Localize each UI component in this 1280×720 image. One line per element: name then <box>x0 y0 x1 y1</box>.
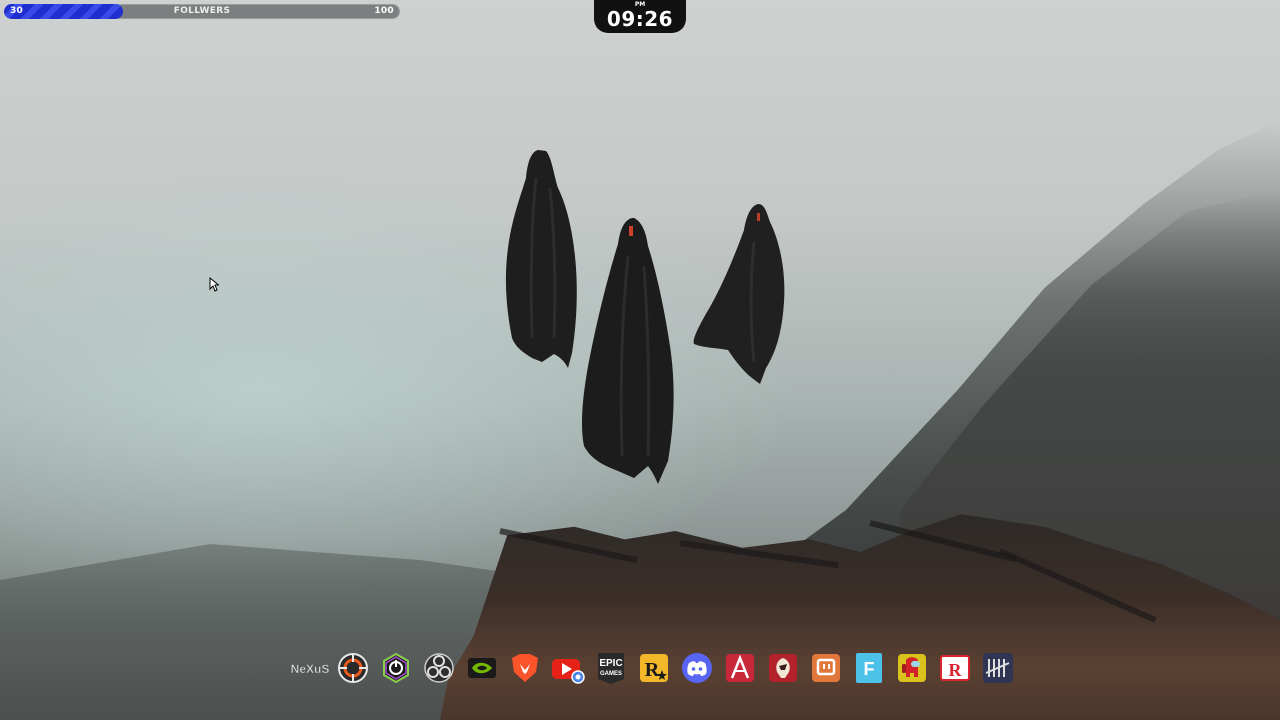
desktop-wallpaper <box>0 0 1280 720</box>
follower-goal-target: 100 <box>374 6 394 16</box>
rockstar-games-icon[interactable]: R <box>634 649 673 688</box>
roblox-icon[interactable]: R <box>935 649 974 688</box>
follower-goal-current: 30 <box>10 6 24 16</box>
affinity-icon[interactable] <box>720 649 759 688</box>
nexus-icon[interactable]: NeXuS <box>290 649 329 688</box>
follower-goal-bar: FOLLWERS 30 100 <box>4 4 400 19</box>
dead-by-daylight-icon[interactable] <box>978 649 1017 688</box>
fortnite-icon[interactable]: F <box>849 649 888 688</box>
epic-games-label-top: EPIC <box>599 658 622 669</box>
youtube-chrome-icon[interactable] <box>548 649 587 688</box>
corsair-icue-icon[interactable] <box>376 649 415 688</box>
valorant-agent-icon[interactable] <box>763 649 802 688</box>
hooded-figure-center <box>578 216 678 486</box>
nexus-icon-label: NeXuS <box>291 662 329 676</box>
app-dock: NeXuS EPIC GAMES R F R <box>290 648 1017 688</box>
clock-widget: PM 09:26 <box>594 0 686 33</box>
epic-games-label-bottom: GAMES <box>599 671 621 677</box>
mouse-cursor-icon <box>209 276 220 296</box>
fortnite-label: F <box>863 659 874 679</box>
rockstar-games-label: R <box>644 659 659 681</box>
among-us-icon[interactable] <box>892 649 931 688</box>
follower-goal-label: FOLLWERS <box>173 6 231 16</box>
obs-studio-icon[interactable] <box>419 649 458 688</box>
hooded-figure-right <box>690 202 790 387</box>
discord-icon[interactable] <box>677 649 716 688</box>
clock-time: 09:26 <box>606 7 674 31</box>
nvidia-icon[interactable] <box>462 649 501 688</box>
hooded-figure-left <box>502 148 582 373</box>
crosshair-app-icon[interactable] <box>333 649 372 688</box>
roblox-label: R <box>948 660 962 680</box>
epic-games-icon[interactable]: EPIC GAMES <box>591 649 630 688</box>
brave-browser-icon[interactable] <box>505 649 544 688</box>
twitch-tracker-icon[interactable] <box>806 649 845 688</box>
